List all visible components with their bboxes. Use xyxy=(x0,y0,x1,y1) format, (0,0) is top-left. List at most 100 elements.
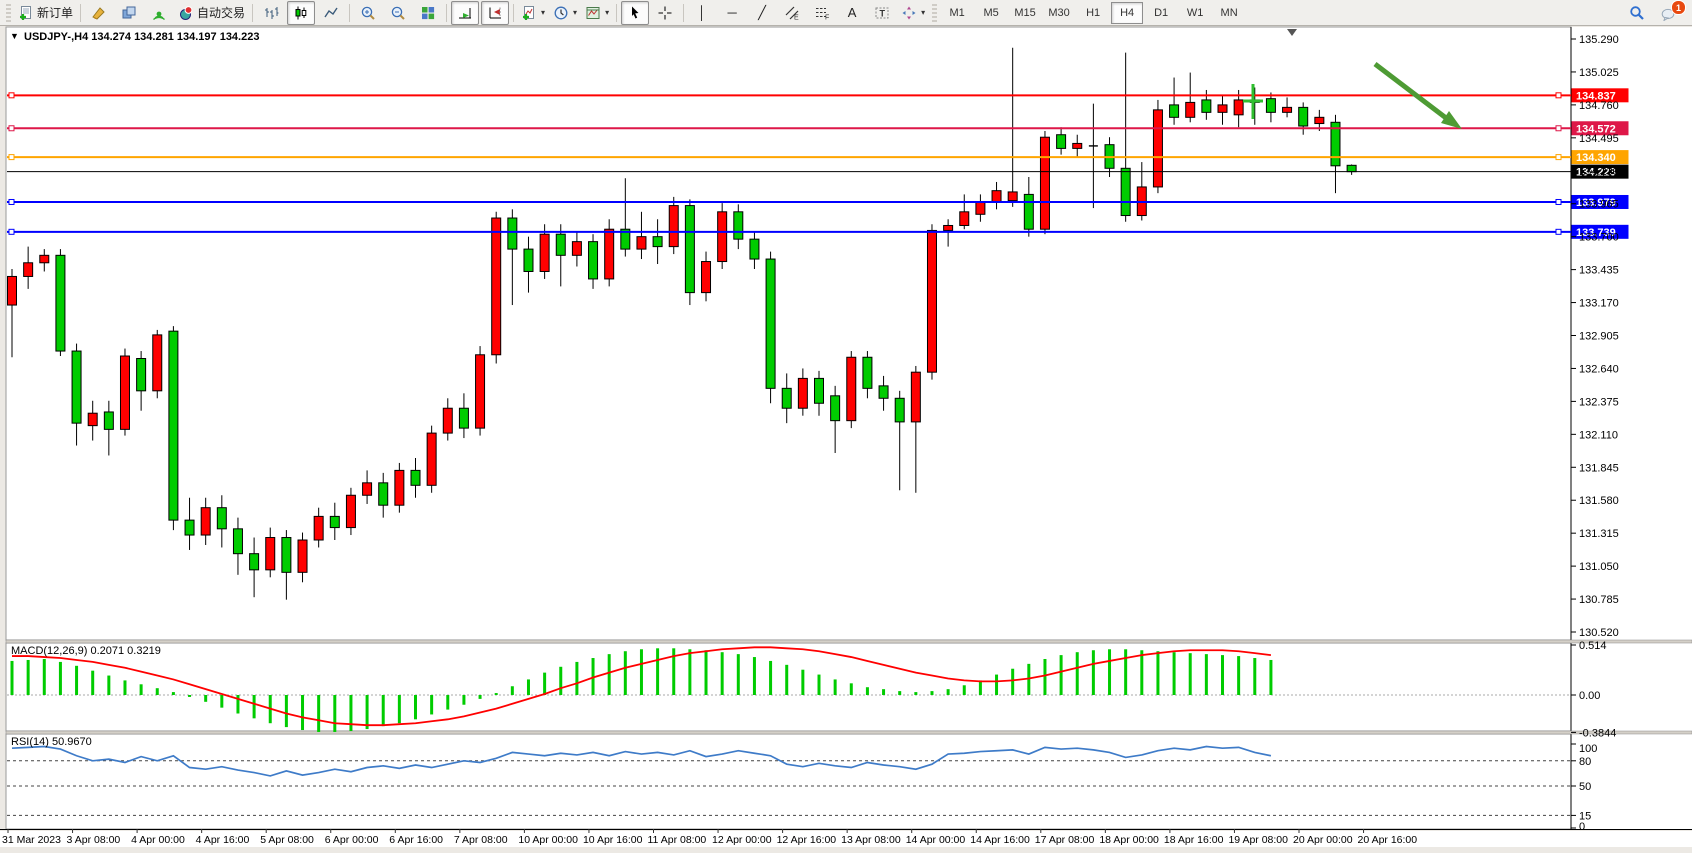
line-handle[interactable] xyxy=(9,199,14,204)
zoom-in-button[interactable] xyxy=(354,1,382,25)
styler-button[interactable] xyxy=(85,1,113,25)
line-chart-button[interactable] xyxy=(317,1,345,25)
line-handle[interactable] xyxy=(1556,93,1561,98)
toolbar-separator xyxy=(252,4,253,22)
candle-body xyxy=(1202,100,1211,112)
timeframe-w1-button[interactable]: W1 xyxy=(1179,2,1211,24)
timeframe-h4-button[interactable]: H4 xyxy=(1111,2,1143,24)
vline-button[interactable]: │ xyxy=(688,1,716,25)
candle-body xyxy=(1008,192,1017,201)
price-axis-label: 135.025 xyxy=(1579,67,1619,79)
candle-body xyxy=(1315,117,1324,123)
signals-button[interactable] xyxy=(145,1,173,25)
price-axis-label: 134.230 xyxy=(1579,166,1619,178)
pane-splitter[interactable] xyxy=(6,731,1692,734)
templates-button[interactable]: ▾ xyxy=(582,1,612,25)
chat-button[interactable]: 1 xyxy=(1653,1,1685,25)
pane-splitter[interactable] xyxy=(6,640,1692,643)
timeframe-m30-button[interactable]: M30 xyxy=(1043,2,1075,24)
autoscroll-button[interactable] xyxy=(451,1,479,25)
time-axis-label: 4 Apr 00:00 xyxy=(131,834,185,846)
time-axis-label: 18 Apr 16:00 xyxy=(1164,834,1224,846)
candle-body xyxy=(669,206,678,247)
candle-body xyxy=(250,554,259,570)
candle-body xyxy=(346,495,355,527)
tile-windows-button[interactable] xyxy=(414,1,442,25)
dropdown-caret-icon: ▾ xyxy=(605,8,609,17)
indicators-button[interactable]: ▾ xyxy=(518,1,548,25)
candle-body xyxy=(1347,165,1356,171)
time-axis-label: 5 Apr 08:00 xyxy=(260,834,314,846)
cursor-button[interactable] xyxy=(621,1,649,25)
line-handle[interactable] xyxy=(1556,229,1561,234)
new-order-button[interactable]: 新订单 xyxy=(15,1,76,25)
brush-icon xyxy=(91,5,107,21)
candle-body xyxy=(847,357,856,420)
macd-axis-label: -0.3844 xyxy=(1579,727,1616,739)
label-button[interactable]: T xyxy=(868,1,896,25)
fibo-button[interactable]: F xyxy=(808,1,836,25)
trendline-button[interactable]: ╱ xyxy=(748,1,776,25)
candle-body xyxy=(40,255,49,262)
timeframe-mn-button[interactable]: MN xyxy=(1213,2,1245,24)
candle-body xyxy=(815,378,824,403)
candle-body xyxy=(492,218,501,355)
hline-button[interactable]: ─ xyxy=(718,1,746,25)
timeframe-h1-button[interactable]: H1 xyxy=(1077,2,1109,24)
chart-shift-button[interactable] xyxy=(481,1,509,25)
autotrade-button[interactable]: 自动交易 xyxy=(175,1,248,25)
candle-body xyxy=(1299,107,1308,126)
line-handle[interactable] xyxy=(9,126,14,131)
candle-chart-button[interactable] xyxy=(287,1,315,25)
autotrade-icon xyxy=(178,5,194,21)
periods-button[interactable]: ▾ xyxy=(550,1,580,25)
candle-body xyxy=(750,239,759,259)
line-handle[interactable] xyxy=(9,155,14,160)
candle-body xyxy=(427,433,436,485)
timeframe-m1-button[interactable]: M1 xyxy=(941,2,973,24)
price-axis-label: 131.845 xyxy=(1579,462,1619,474)
price-axis-label: 133.435 xyxy=(1579,265,1619,277)
candle-body xyxy=(895,398,904,422)
arrows-button[interactable]: ▾ xyxy=(898,1,928,25)
rsi-axis-label: 100 xyxy=(1579,743,1597,755)
time-axis-label: 12 Apr 00:00 xyxy=(712,834,772,846)
candle-body xyxy=(702,262,711,293)
timeframe-m5-button[interactable]: M5 xyxy=(975,2,1007,24)
candle-body xyxy=(718,212,727,262)
line-handle[interactable] xyxy=(1556,126,1561,131)
candle-body xyxy=(798,378,807,408)
time-axis-label: 14 Apr 00:00 xyxy=(906,834,966,846)
zoom-out-button[interactable] xyxy=(384,1,412,25)
text-button[interactable]: A xyxy=(838,1,866,25)
candle-body xyxy=(1057,135,1066,149)
candle-body xyxy=(685,206,694,293)
time-axis-label: 13 Apr 08:00 xyxy=(841,834,901,846)
price-axis-label: 130.520 xyxy=(1579,627,1619,639)
line-handle[interactable] xyxy=(1556,155,1561,160)
candle-body xyxy=(379,483,388,505)
channel-icon: E xyxy=(784,5,800,21)
time-axis-label: 17 Apr 08:00 xyxy=(1035,834,1095,846)
price-axis-label: 132.110 xyxy=(1579,429,1618,441)
collapse-icon[interactable]: ▼ xyxy=(10,31,19,41)
search-button[interactable] xyxy=(1623,1,1651,25)
timeframe-m15-button[interactable]: M15 xyxy=(1009,2,1041,24)
candle-body xyxy=(540,234,549,271)
timeframe-d1-button[interactable]: D1 xyxy=(1145,2,1177,24)
bar-chart-button[interactable] xyxy=(257,1,285,25)
channel-button[interactable]: E xyxy=(778,1,806,25)
price-axis-label: 135.290 xyxy=(1579,34,1619,46)
notification-badge: 1 xyxy=(1671,0,1686,15)
profiles-button[interactable] xyxy=(115,1,143,25)
price-axis-area[interactable] xyxy=(1571,27,1692,829)
line-handle[interactable] xyxy=(9,229,14,234)
crosshair-button[interactable] xyxy=(651,1,679,25)
candle-body xyxy=(201,508,210,535)
line-handle[interactable] xyxy=(9,93,14,98)
candle-body xyxy=(1040,137,1049,229)
line-handle[interactable] xyxy=(1556,199,1561,204)
svg-text:F: F xyxy=(825,14,829,21)
macd-label: MACD(12,26,9) 0.2071 0.3219 xyxy=(11,645,161,657)
candle-body xyxy=(653,237,662,247)
